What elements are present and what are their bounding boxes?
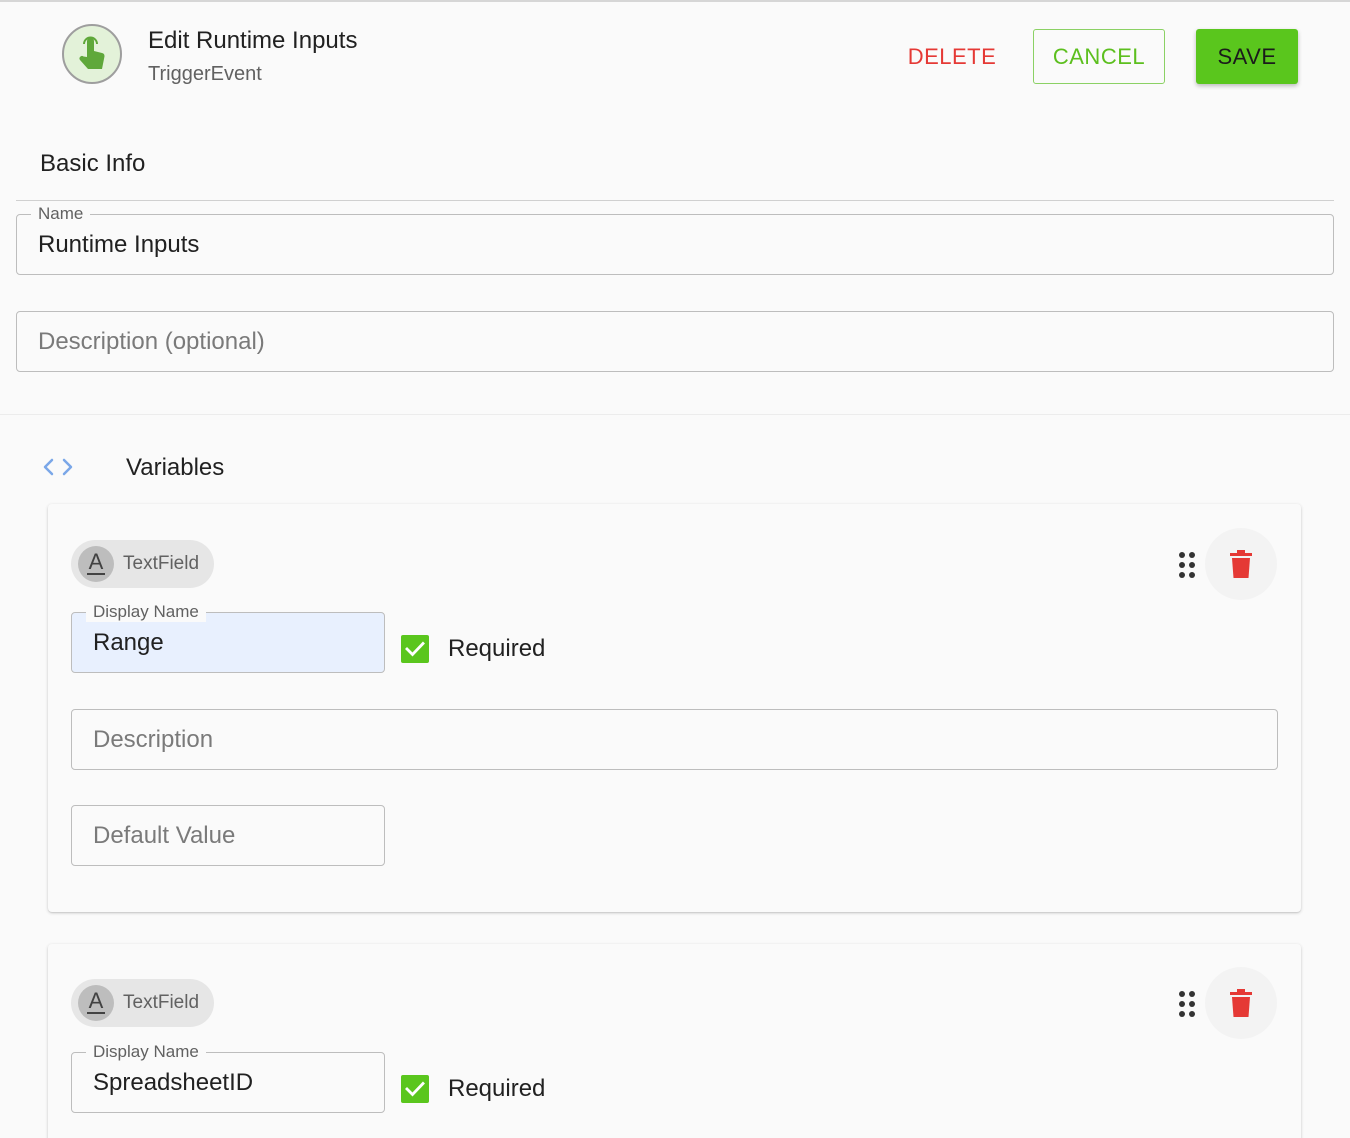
required-label[interactable]: Required — [448, 635, 545, 663]
text-format-icon: A — [78, 546, 114, 582]
variable-description-placeholder[interactable]: Description — [93, 726, 213, 754]
variable-card: A TextField Display Name Range Required … — [48, 504, 1301, 912]
display-name-field[interactable]: Display Name Range — [71, 602, 385, 673]
variable-description-field[interactable]: Description — [71, 709, 1278, 770]
description-field-placeholder[interactable]: Description (optional) — [38, 328, 265, 356]
required-label[interactable]: Required — [448, 1075, 545, 1103]
basic-info-heading: Basic Info — [40, 150, 146, 177]
type-chip: A TextField — [71, 979, 214, 1027]
display-name-label: Display Name — [86, 602, 206, 622]
display-name-value[interactable]: SpreadsheetID — [93, 1069, 253, 1097]
type-chip-label: TextField — [123, 992, 200, 1013]
window-top-border — [0, 0, 1350, 2]
required-checkbox[interactable] — [401, 635, 429, 663]
type-chip: A TextField — [71, 540, 214, 588]
delete-button[interactable]: DELETE — [896, 30, 1008, 84]
code-brackets-icon — [42, 456, 76, 478]
save-button[interactable]: SAVE — [1196, 29, 1298, 84]
default-value-field[interactable]: Default Value — [71, 805, 385, 866]
description-field[interactable]: Description (optional) — [16, 311, 1334, 372]
display-name-field[interactable]: Display Name SpreadsheetID — [71, 1042, 385, 1113]
display-name-label: Display Name — [86, 1042, 206, 1062]
page-title: Edit Runtime Inputs — [148, 27, 358, 54]
name-field[interactable]: Name Runtime Inputs — [16, 204, 1334, 275]
drag-handle-icon[interactable] — [1179, 991, 1195, 1017]
trash-icon — [1230, 989, 1252, 1017]
text-format-icon: A — [78, 985, 114, 1021]
section-divider — [16, 200, 1334, 201]
type-chip-label: TextField — [123, 553, 200, 574]
page-subtitle: TriggerEvent — [148, 63, 262, 85]
display-name-value[interactable]: Range — [93, 629, 164, 657]
required-checkbox[interactable] — [401, 1075, 429, 1103]
variables-heading: Variables — [126, 454, 225, 481]
trash-icon — [1230, 550, 1252, 578]
name-field-value[interactable]: Runtime Inputs — [38, 231, 199, 259]
delete-variable-button[interactable] — [1205, 528, 1277, 600]
default-value-placeholder[interactable]: Default Value — [93, 822, 235, 850]
drag-handle-icon[interactable] — [1179, 552, 1195, 578]
cancel-button[interactable]: CANCEL — [1033, 29, 1165, 84]
delete-variable-button[interactable] — [1205, 967, 1277, 1039]
variable-card: A TextField Display Name SpreadsheetID R… — [48, 944, 1301, 1138]
name-field-label: Name — [31, 204, 91, 224]
checkmark-icon — [405, 641, 425, 657]
checkmark-icon — [405, 1081, 425, 1097]
touch-hand-icon — [62, 24, 122, 84]
